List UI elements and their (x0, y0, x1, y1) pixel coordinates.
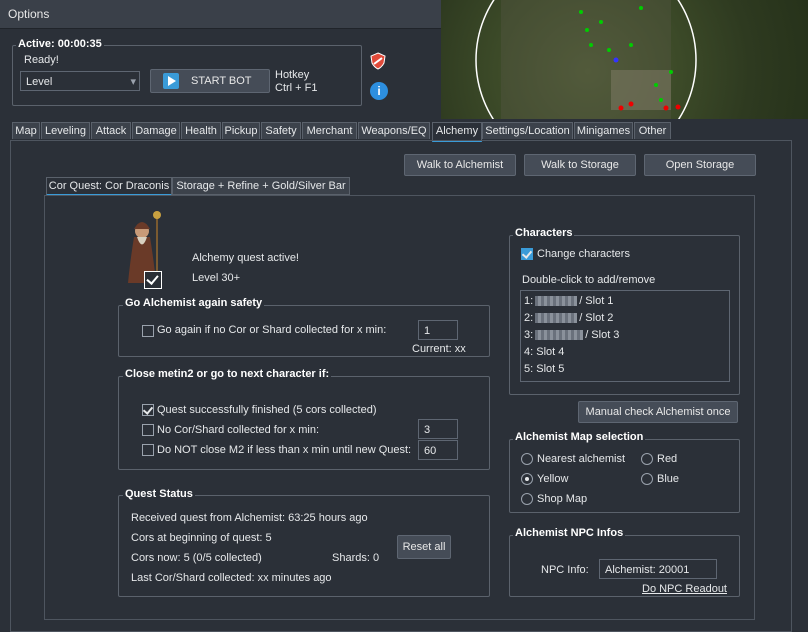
list-item[interactable]: 3: / Slot 3 (524, 329, 619, 341)
start-bot-button[interactable]: START BOT (150, 69, 270, 93)
tab-other[interactable]: Other (634, 122, 671, 139)
characters-list[interactable]: 1: / Slot 1 2: / Slot 2 3: / Slot 3 4: Slot… (520, 290, 730, 382)
list-item[interactable]: 4: Slot 4 (524, 346, 564, 358)
walk-to-alchemist-button[interactable]: Walk to Alchemist (404, 154, 516, 176)
change-characters-checkbox[interactable] (521, 248, 533, 260)
quest-status-title: Quest Status (123, 488, 195, 500)
tab-alchemy[interactable]: Alchemy (432, 122, 482, 142)
red-label: Red (657, 453, 678, 465)
quest-active-text: Alchemy quest active! (192, 252, 299, 264)
dont-close-minutes-input[interactable]: 60 (418, 440, 458, 460)
last-collected-text: Last Cor/Shard collected: xx minutes ago (131, 572, 332, 584)
blurred-name (535, 330, 584, 341)
walk-to-storage-button[interactable]: Walk to Storage (524, 154, 636, 176)
portrait-check-icon (144, 271, 162, 289)
mode-select-value: Level (26, 76, 53, 88)
npc-info-label: NPC Info: (541, 564, 589, 576)
quest-finished-label: Quest successfully finished (5 cors coll… (157, 404, 377, 416)
level-requirement: Level 30+ (192, 272, 241, 284)
shop-map-label: Shop Map (537, 493, 588, 505)
minimap-canvas (475, 0, 697, 119)
blue-radio[interactable] (641, 473, 653, 485)
safety-current: Current: xx (412, 343, 466, 355)
tab-map[interactable]: Map (12, 122, 40, 139)
list-item[interactable]: 1: / Slot 1 (524, 295, 613, 307)
close-title: Close metin2 or go to next character if: (123, 368, 332, 380)
window-title: Options (8, 7, 50, 21)
tab-attack[interactable]: Attack (91, 122, 131, 139)
start-bot-label: START BOT (191, 75, 252, 87)
blurred-name (535, 313, 578, 324)
map-selection-title: Alchemist Map selection (513, 431, 646, 443)
play-icon (163, 73, 179, 89)
nearest-radio[interactable] (521, 453, 533, 465)
shield-icon[interactable] (370, 52, 386, 70)
open-storage-button[interactable]: Open Storage (644, 154, 756, 176)
no-cor-minutes-input[interactable]: 3 (418, 419, 458, 439)
nearest-label: Nearest alchemist (537, 453, 626, 465)
characters-hint: Double-click to add/remove (522, 274, 656, 286)
no-cor-label: No Cor/Shard collected for x min: (157, 424, 320, 436)
tab-health[interactable]: Health (181, 122, 221, 139)
reset-all-button[interactable]: Reset all (397, 535, 451, 559)
npc-info-input[interactable]: Alchemist: 20001 (599, 559, 717, 579)
dont-close-label: Do NOT close M2 if less than x min until… (157, 444, 412, 456)
safety-title: Go Alchemist again safety (123, 297, 265, 309)
ready-status: Ready! (24, 54, 59, 66)
list-item[interactable]: 5: Slot 5 (524, 363, 564, 375)
characters-title: Characters (513, 227, 575, 239)
go-again-label: Go again if no Cor or Shard collected fo… (157, 324, 387, 336)
tab-minigames[interactable]: Minigames (574, 122, 633, 139)
subtab-cor-quest[interactable]: Cor Quest: Cor Draconis (46, 177, 172, 196)
go-again-checkbox[interactable] (142, 325, 154, 337)
yellow-radio[interactable] (521, 473, 533, 485)
manual-check-button[interactable]: Manual check Alchemist once (578, 401, 738, 423)
hotkey-keys: Ctrl + F1 (275, 82, 318, 94)
active-timer: Active: 00:00:35 (16, 38, 104, 50)
npc-infos-title: Alchemist NPC Infos (513, 527, 626, 539)
tab-damage[interactable]: Damage (132, 122, 180, 139)
shards-text: Shards: 0 (332, 552, 380, 564)
cors-now-text: Cors now: 5 (0/5 collected) (131, 552, 262, 564)
tab-weapons-eq[interactable]: Weapons/EQ (358, 122, 430, 139)
blurred-name (535, 296, 578, 307)
go-again-minutes-input[interactable]: 1 (418, 320, 458, 340)
cors-begin-text: Cors at beginning of quest: 5 (131, 532, 272, 544)
chevron-down-icon: ▾ (130, 76, 136, 88)
npc-readout-link[interactable]: Do NPC Readout (642, 583, 727, 595)
minimap[interactable] (441, 0, 808, 119)
info-icon[interactable]: i (370, 82, 388, 100)
tab-safety[interactable]: Safety (261, 122, 301, 139)
yellow-label: Yellow (537, 473, 569, 485)
shop-map-radio[interactable] (521, 493, 533, 505)
alchemist-portrait (122, 207, 166, 289)
received-quest-text: Received quest from Alchemist: 63:25 hou… (131, 512, 368, 524)
mode-select[interactable]: Level ▾ (20, 71, 140, 91)
no-cor-checkbox[interactable] (142, 424, 154, 436)
blue-label: Blue (657, 473, 680, 485)
change-characters-label: Change characters (537, 248, 630, 260)
tab-merchant[interactable]: Merchant (302, 122, 357, 139)
dont-close-checkbox[interactable] (142, 444, 154, 456)
quest-finished-checkbox[interactable] (142, 404, 154, 416)
subtab-storage-refine[interactable]: Storage + Refine + Gold/Silver Bar (172, 177, 350, 195)
red-radio[interactable] (641, 453, 653, 465)
tab-leveling[interactable]: Leveling (41, 122, 90, 139)
hotkey-label: Hotkey (275, 69, 310, 81)
tab-pickup[interactable]: Pickup (222, 122, 260, 139)
tab-settings-location[interactable]: Settings/Location (482, 122, 573, 139)
list-item[interactable]: 2: / Slot 2 (524, 312, 613, 324)
